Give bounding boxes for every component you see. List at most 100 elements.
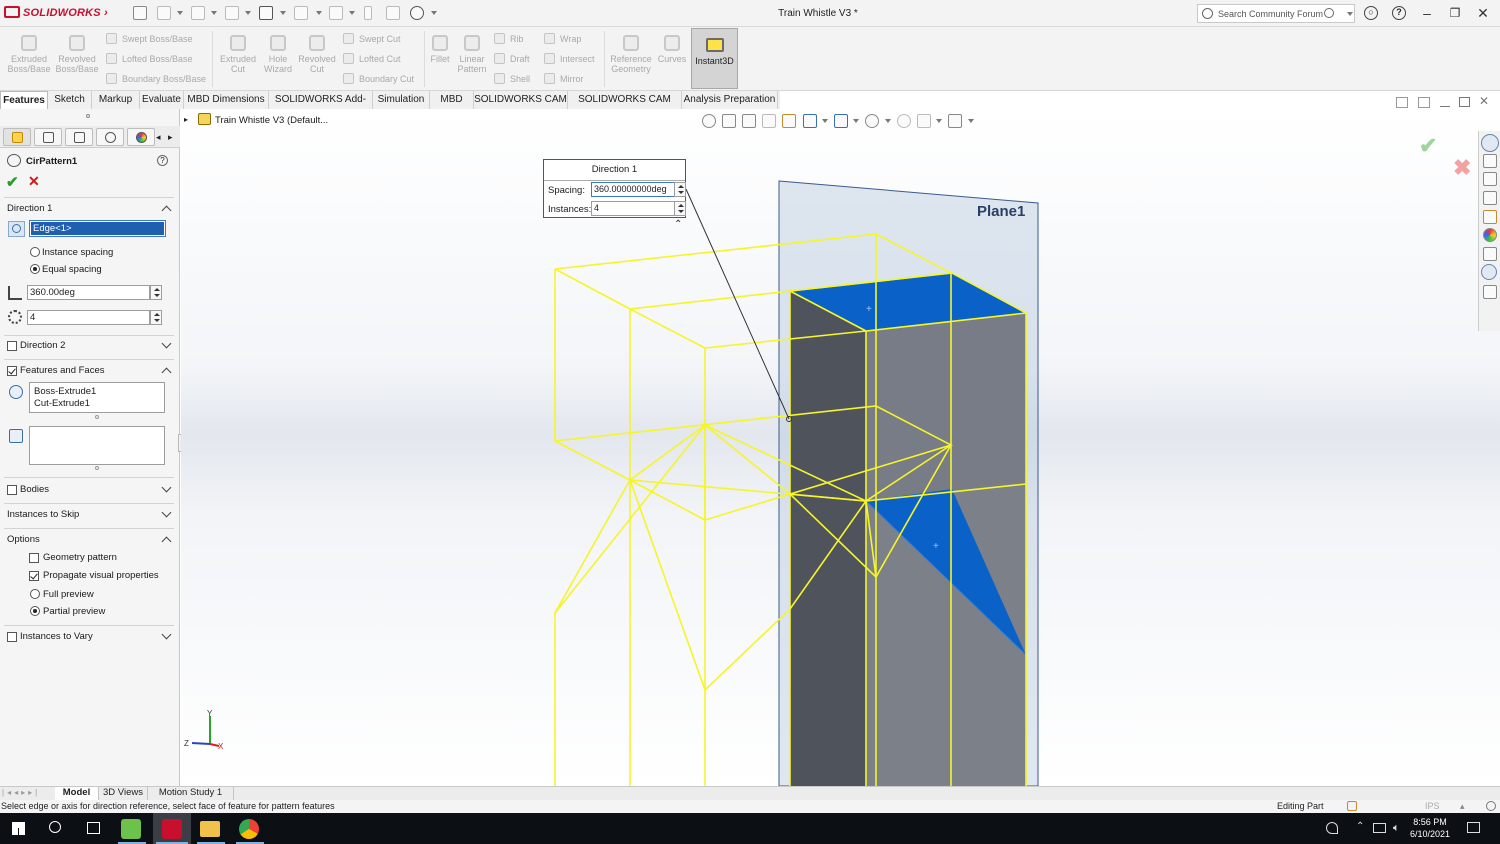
bodies-checkbox[interactable] <box>7 485 17 495</box>
instances-input[interactable]: 4 <box>27 310 150 325</box>
revolved-boss-button[interactable]: Revolved Boss/Base <box>54 31 100 74</box>
geometry-pattern-option[interactable]: Geometry pattern <box>26 550 176 566</box>
cancel-x-button[interactable]: ✕ <box>28 173 40 190</box>
collapse-right-icon[interactable] <box>1418 97 1430 108</box>
draft-button[interactable]: Draft <box>494 53 530 64</box>
search-community-input[interactable]: Search Community Forum <box>1197 4 1355 23</box>
lofted-boss-button[interactable]: Lofted Boss/Base <box>106 53 193 64</box>
tab-features[interactable]: Features <box>0 91 48 109</box>
previous-view-icon[interactable] <box>742 114 756 128</box>
hide-show-items-icon[interactable] <box>865 114 879 128</box>
list-item[interactable]: Cut-Extrude1 <box>34 398 90 409</box>
chevron-down-icon[interactable] <box>936 119 942 123</box>
features-to-pattern-list[interactable]: Boss-Extrude1 Cut-Extrude1 <box>29 382 165 413</box>
direction2-header[interactable]: Direction 2 <box>4 338 174 354</box>
print-icon[interactable] <box>259 6 273 20</box>
geometry-pattern-checkbox[interactable] <box>29 553 39 563</box>
notifications-icon[interactable] <box>1467 822 1480 833</box>
new-document-icon[interactable] <box>157 6 171 20</box>
direction1-header[interactable]: Direction 1 <box>4 201 174 217</box>
chevron-up-icon[interactable] <box>161 536 172 547</box>
resize-handle-icon[interactable] <box>95 466 99 470</box>
intersect-button[interactable]: Intersect <box>544 53 595 64</box>
lofted-cut-button[interactable]: Lofted Cut <box>343 53 401 64</box>
tab-scroll-right-icon[interactable]: ▸ <box>168 132 173 143</box>
tab-analysis-preparation[interactable]: Analysis Preparation <box>682 91 778 109</box>
file-explorer-icon[interactable] <box>1483 191 1497 205</box>
angle-input[interactable]: 360.00deg <box>27 285 150 300</box>
doc-restore-icon[interactable] <box>1459 97 1470 107</box>
instant3d-button[interactable]: Instant3D <box>691 28 738 89</box>
angle-spinner[interactable] <box>150 285 162 300</box>
propagate-visual-checkbox[interactable] <box>29 571 39 581</box>
edit-appearance-icon[interactable] <box>897 114 911 128</box>
close-button[interactable]: ✕ <box>1474 5 1492 21</box>
minimize-button[interactable]: – <box>1418 5 1436 21</box>
model-graphics[interactable]: Plane1 + + Y X Z <box>181 109 1500 786</box>
list-item[interactable]: Boss-Extrude1 <box>34 386 96 397</box>
chevron-down-icon[interactable] <box>316 11 322 15</box>
people-icon[interactable] <box>1326 822 1338 834</box>
undo-icon[interactable] <box>294 6 308 20</box>
restore-button[interactable]: ❐ <box>1446 5 1464 21</box>
tab-simulation[interactable]: Simulation <box>373 91 430 109</box>
solidworks-taskbar-button[interactable] <box>153 813 191 844</box>
chevron-down-icon[interactable] <box>161 629 172 640</box>
tab-sketch[interactable]: Sketch <box>48 91 92 109</box>
chevron-down-icon[interactable] <box>280 11 286 15</box>
tree-expand-icon[interactable]: ▸ <box>184 115 188 124</box>
app-green-icon[interactable] <box>121 819 141 839</box>
chevron-down-icon[interactable] <box>161 338 172 349</box>
rebuild-icon[interactable] <box>364 6 372 20</box>
extruded-cut-button[interactable]: Extruded Cut <box>216 31 260 74</box>
rebuild-status-icon[interactable] <box>1347 801 1357 811</box>
faces-to-pattern-list[interactable] <box>29 426 165 465</box>
confirm-cancel-icon[interactable]: ✖ <box>1453 155 1471 181</box>
tab-scroll-left-icon[interactable]: ◂ <box>156 132 161 143</box>
propagate-visual-option[interactable]: Propagate visual properties <box>26 568 176 584</box>
view-settings-icon[interactable] <box>948 114 962 128</box>
dynamic-annotation-icon[interactable] <box>782 114 796 128</box>
direction-reference-input[interactable]: Edge<1> <box>29 220 166 237</box>
chevron-down-icon[interactable] <box>1347 12 1353 16</box>
resize-handle-icon[interactable] <box>95 415 99 419</box>
tab-3d-views[interactable]: 3D Views <box>99 787 148 800</box>
options-header[interactable]: Options <box>4 532 174 548</box>
save-icon[interactable] <box>225 6 239 20</box>
tab-solidworks-cam[interactable]: SOLIDWORKS CAM <box>474 91 568 109</box>
callout-instances-input[interactable]: 4 <box>591 201 675 216</box>
chevron-down-icon[interactable] <box>349 11 355 15</box>
revolved-cut-button[interactable]: Revolved Cut <box>297 31 337 74</box>
tab-solidworks-add-ins[interactable]: SOLIDWORKS Add-Ins <box>269 91 373 122</box>
custom-properties-icon[interactable] <box>1483 247 1497 261</box>
home-icon[interactable] <box>133 6 147 20</box>
open-folder-icon[interactable] <box>191 6 205 20</box>
configuration-manager-tab[interactable] <box>65 128 93 146</box>
features-faces-checkbox[interactable] <box>7 366 17 376</box>
linear-pattern-button[interactable]: Linear Pattern <box>455 31 489 74</box>
boundary-boss-button[interactable]: Boundary Boss/Base <box>106 73 206 84</box>
help-icon[interactable]: ? <box>157 155 168 166</box>
chevron-down-icon[interactable] <box>245 11 251 15</box>
chevron-down-icon[interactable] <box>431 11 437 15</box>
fillet-button[interactable]: Fillet <box>428 31 452 64</box>
units-chevron-up-icon[interactable]: ▴ <box>1460 800 1465 812</box>
apply-scene-icon[interactable] <box>917 114 931 128</box>
bodies-header[interactable]: Bodies <box>4 482 174 498</box>
search-icon[interactable] <box>49 821 61 833</box>
home-icon[interactable] <box>1483 154 1497 168</box>
display-manager-tab[interactable] <box>127 128 155 146</box>
plane-label[interactable]: Plane1 <box>977 203 1025 220</box>
system-clock[interactable]: 8:56 PM 6/10/2021 <box>1405 816 1455 840</box>
callout-collapse-icon[interactable]: ⌃ <box>674 219 682 230</box>
full-preview-radio[interactable] <box>30 589 40 599</box>
tab-evaluate[interactable]: Evaluate <box>140 91 184 109</box>
gear-icon[interactable] <box>410 6 424 20</box>
dimxpert-manager-tab[interactable] <box>96 128 124 146</box>
chevron-down-icon[interactable] <box>211 11 217 15</box>
mirror-button[interactable]: Mirror <box>544 73 584 84</box>
extruded-boss-button[interactable]: Extruded Boss/Base <box>4 31 54 74</box>
reference-geometry-button[interactable]: Reference Geometry <box>608 31 654 74</box>
chat-icon[interactable] <box>1483 285 1497 299</box>
shell-button[interactable]: Shell <box>494 73 530 84</box>
